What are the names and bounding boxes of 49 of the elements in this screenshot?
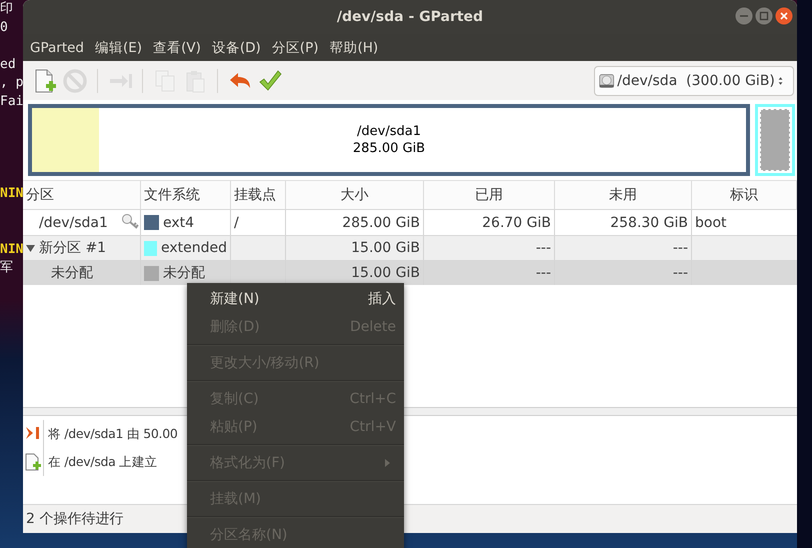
column-header[interactable]: 大小	[286, 181, 424, 209]
menu-item[interactable]: 设备(D)	[212, 38, 261, 56]
partition-name: /dev/sda1	[39, 214, 108, 230]
column-header[interactable]: 挂载点	[231, 181, 286, 209]
terminal-text: 0	[0, 18, 8, 36]
table-cell: 285.00 GiB	[286, 210, 424, 235]
window-title: /dev/sda - GParted	[336, 9, 484, 25]
table-cell: 258.30 GiB	[555, 210, 692, 235]
terminal-text: 军	[0, 259, 13, 277]
column-header[interactable]: 已用	[424, 181, 555, 209]
partition-block[interactable]: /dev/sda1 285.00 GiB	[28, 104, 750, 176]
menu-item[interactable]: 新建(N) 插入	[187, 285, 404, 313]
terminal-text: , p	[0, 74, 23, 92]
terminal-text: ed	[0, 56, 16, 74]
table-cell: ---	[555, 260, 692, 285]
column-header[interactable]: 未用	[555, 181, 692, 209]
minimize-button[interactable]	[735, 7, 753, 25]
check-mark-icon[interactable]	[257, 68, 283, 94]
filesystem-text: extended	[160, 240, 227, 256]
column-header[interactable]: 标识	[692, 181, 797, 209]
column-header[interactable]: 分区	[23, 181, 141, 209]
menu-item[interactable]: 分区(P)	[272, 38, 318, 56]
table-cell: 15.00 GiB	[286, 235, 424, 260]
menu-item[interactable]: 编辑(E)	[95, 38, 142, 56]
table-cell: ---	[424, 260, 555, 285]
expanded-triangle-icon[interactable]	[26, 244, 35, 253]
terminal-text: NIN	[0, 185, 23, 203]
menu-item[interactable]: 帮助(H)	[329, 38, 378, 56]
close-button[interactable]	[775, 7, 793, 25]
partition-label: /dev/sda1	[357, 123, 421, 140]
table-cell: 26.70 GiB	[424, 210, 555, 235]
partition-name: 未分配	[51, 264, 93, 282]
table-cell: /	[231, 210, 286, 235]
partition-name: 新分区 #1	[39, 239, 106, 257]
device-dropdown[interactable]: /dev/sda (300.00 GiB)	[594, 66, 794, 96]
table-cell-text: boot	[694, 214, 728, 232]
column-header[interactable]: 文件系统	[141, 181, 231, 209]
terminal-text: Fai	[0, 92, 23, 110]
operation-text: 在 /dev/sda 上建立	[48, 454, 158, 470]
table-cell: ---	[424, 235, 555, 260]
terminal-text: 印	[0, 0, 13, 18]
filesystem-text: ext4	[163, 214, 194, 230]
operation-text: 将 /dev/sda1 由 50.00	[48, 426, 178, 442]
partition-size: 285.00 GiB	[352, 140, 426, 157]
menu-item[interactable]: GParted	[30, 40, 84, 56]
menu-item[interactable]: 查看(V)	[153, 38, 201, 56]
filesystem-text: 未分配	[163, 264, 205, 282]
terminal-text: NIN	[0, 240, 23, 258]
table-cell: ---	[555, 235, 692, 260]
